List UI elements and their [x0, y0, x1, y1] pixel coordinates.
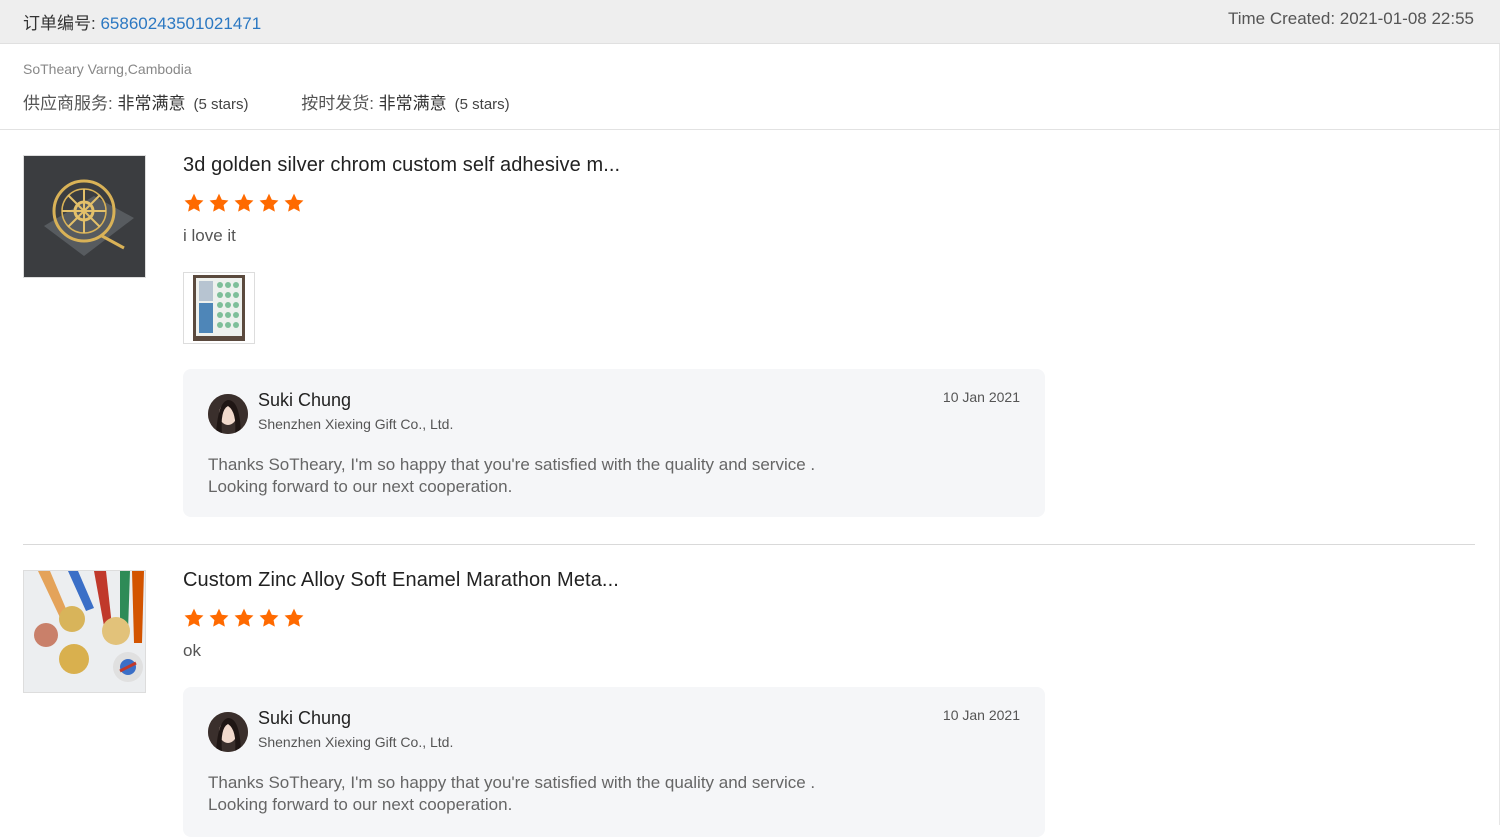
rating-supplier-service: 供应商服务: 非常满意 (5 stars) [23, 89, 248, 114]
reply-line: Thanks SoTheary, I'm so happy that you'r… [208, 773, 816, 792]
product-thumbnail[interactable] [23, 570, 146, 693]
star-icon [184, 193, 204, 212]
review-divider [23, 544, 1475, 545]
reply-company: Shenzhen Xiexing Gift Co., Ltd. [258, 416, 454, 432]
reply-line: Looking forward to our next cooperation. [208, 477, 513, 496]
reply-company: Shenzhen Xiexing Gift Co., Ltd. [258, 734, 454, 750]
reply-line: Thanks SoTheary, I'm so happy that you'r… [208, 455, 816, 474]
review-comment: i love it [183, 226, 236, 245]
buyer-name: SoTheary Varng,Cambodia [23, 61, 192, 77]
product-title-link[interactable]: 3d golden silver chrom custom self adhes… [183, 154, 620, 177]
supplier-ratings: 供应商服务: 非常满意 (5 stars) 按时发货: 非常满意 (5 stars) [23, 89, 558, 114]
product-title-link[interactable]: Custom Zinc Alloy Soft Enamel Marathon M… [183, 569, 619, 592]
avatar [208, 394, 248, 434]
supplier-reply: Suki Chung Shenzhen Xiexing Gift Co., Lt… [183, 687, 1045, 837]
product-rating [183, 192, 308, 214]
star-icon [259, 193, 279, 212]
rating-value: 非常满意 [117, 94, 186, 113]
header-divider [0, 129, 1500, 130]
star-icon [284, 608, 304, 627]
rating-stars-text: (5 stars) [193, 96, 249, 113]
star-icon [209, 608, 229, 627]
star-icon [284, 193, 304, 212]
reply-author-name: Suki Chung [258, 708, 352, 728]
order-number-label: 订单编号: [23, 14, 101, 33]
review-comment: ok [183, 641, 201, 660]
rating-stars-text: (5 stars) [454, 96, 510, 113]
star-icon [234, 193, 254, 212]
supplier-reply: Suki Chung Shenzhen Xiexing Gift Co., Lt… [183, 369, 1045, 517]
rating-label: 供应商服务: [23, 94, 118, 113]
time-created: Time Created: 2021-01-08 22:55 [1227, 9, 1474, 28]
star-icon [184, 608, 204, 627]
order-header: 订单编号: 65860243501021471 Time Created: 20… [0, 0, 1500, 44]
product-rating [183, 607, 308, 629]
reply-text: Thanks SoTheary, I'm so happy that you'r… [208, 772, 815, 816]
reply-date: 10 Jan 2021 [942, 389, 1020, 405]
star-icon [209, 193, 229, 212]
avatar [208, 712, 248, 752]
review-photo[interactable] [183, 272, 255, 344]
star-icon [234, 608, 254, 627]
rating-label: 按时发货: [301, 94, 379, 113]
reply-text: Thanks SoTheary, I'm so happy that you'r… [208, 454, 815, 498]
rating-on-time-delivery: 按时发货: 非常满意 (5 stars) [301, 89, 509, 114]
reply-line: Looking forward to our next cooperation. [208, 795, 513, 814]
review-page: 订单编号: 65860243501021471 Time Created: 20… [0, 0, 1500, 837]
star-icon [259, 608, 279, 627]
reply-date: 10 Jan 2021 [942, 707, 1020, 723]
order-number: 订单编号: 65860243501021471 [23, 9, 261, 34]
rating-value: 非常满意 [378, 94, 447, 113]
product-thumbnail[interactable] [23, 155, 146, 278]
order-number-link[interactable]: 65860243501021471 [100, 14, 261, 33]
reply-author-name: Suki Chung [258, 390, 352, 410]
